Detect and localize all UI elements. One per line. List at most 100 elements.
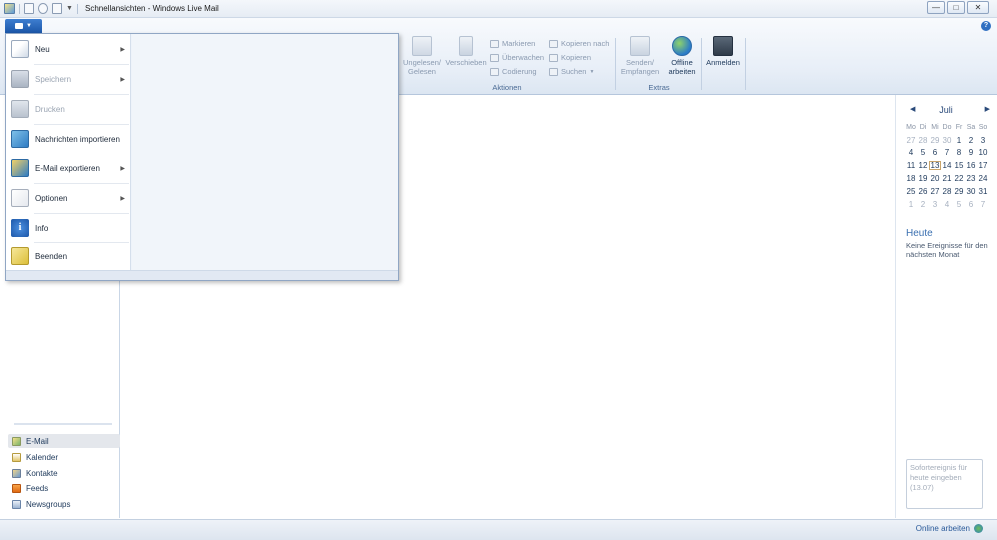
calendar-day[interactable]: 3 bbox=[929, 200, 941, 209]
calendar-day[interactable]: 25 bbox=[905, 187, 917, 196]
menu-item-new[interactable]: Neu ▶ bbox=[6, 35, 131, 63]
menu-item-exit[interactable]: Beenden bbox=[6, 242, 131, 270]
calendar-day[interactable]: 15 bbox=[953, 161, 965, 170]
calendar-day[interactable]: 30 bbox=[965, 187, 977, 196]
calendar-day[interactable]: 9 bbox=[965, 148, 977, 157]
calendar-day[interactable]: 24 bbox=[977, 174, 989, 183]
calendar-day[interactable]: 26 bbox=[917, 187, 929, 196]
button-label: Kopieren nach bbox=[561, 39, 610, 48]
menu-item-export-email[interactable]: E-Mail exportieren ▶ bbox=[6, 154, 131, 182]
export-icon bbox=[11, 159, 29, 177]
app-icon[interactable] bbox=[4, 3, 15, 14]
button-label: arbeiten bbox=[668, 67, 696, 76]
button-label: Ungelesen/ bbox=[403, 58, 441, 67]
calendar-day[interactable]: 1 bbox=[905, 200, 917, 209]
calendar-day[interactable]: 8 bbox=[953, 148, 965, 157]
calendar-day[interactable]: 6 bbox=[965, 200, 977, 209]
calendar-day[interactable]: 31 bbox=[977, 187, 989, 196]
app-menu-button[interactable]: ▼ bbox=[5, 19, 42, 33]
menu-item-save[interactable]: Speichern ▶ bbox=[6, 65, 131, 93]
calendar-day[interactable]: 17 bbox=[977, 161, 989, 170]
next-month-icon[interactable]: ▶ bbox=[985, 105, 990, 113]
group-label: Aktionen bbox=[492, 83, 522, 92]
calendar-day[interactable]: 27 bbox=[929, 187, 941, 196]
menu-item-options[interactable]: Optionen ▶ bbox=[6, 184, 131, 212]
menu-item-info[interactable]: i Info bbox=[6, 214, 131, 242]
calendar-day[interactable]: 29 bbox=[929, 136, 941, 145]
calendar-day[interactable]: 4 bbox=[905, 148, 917, 157]
menu-item-label: Info bbox=[35, 223, 49, 233]
work-online-button[interactable]: Online arbeiten bbox=[916, 524, 983, 533]
qat-customize-icon[interactable]: ▼ bbox=[66, 5, 73, 12]
reply-qat-icon[interactable] bbox=[52, 3, 62, 14]
calendar-day[interactable]: 28 bbox=[917, 136, 929, 145]
calendar-day[interactable]: 30 bbox=[941, 136, 953, 145]
calendar-day[interactable]: 22 bbox=[953, 174, 965, 183]
calendar-day[interactable]: 19 bbox=[917, 174, 929, 183]
menu-item-label: Optionen bbox=[35, 193, 68, 203]
calendar-day[interactable]: 23 bbox=[965, 174, 977, 183]
menu-item-import-messages[interactable]: Nachrichten importieren bbox=[6, 125, 131, 153]
calendar-day[interactable]: 7 bbox=[941, 148, 953, 157]
calendar-day[interactable]: 14 bbox=[941, 161, 953, 170]
nav-item-calendar[interactable]: Kalender bbox=[8, 450, 120, 464]
pane-splitter[interactable] bbox=[14, 423, 112, 425]
quick-event-input[interactable]: Sofortereignis für heute eingeben (13.07… bbox=[906, 459, 983, 509]
calendar-day[interactable]: 5 bbox=[953, 200, 965, 209]
mark-button[interactable]: Markieren bbox=[490, 39, 535, 48]
close-button[interactable]: ✕ bbox=[967, 1, 989, 14]
nav-item-newsgroups[interactable]: Newsgroups bbox=[8, 497, 120, 511]
watch-icon bbox=[490, 53, 499, 62]
weekday-label: Mo bbox=[906, 123, 916, 131]
app-menu-recent-panel bbox=[132, 34, 398, 271]
copy-to-button[interactable]: Kopieren nach bbox=[549, 39, 609, 48]
calendar-day[interactable]: 7 bbox=[977, 200, 989, 209]
help-icon[interactable]: ? bbox=[981, 21, 991, 31]
options-icon bbox=[11, 189, 29, 207]
nav-item-contacts[interactable]: Kontakte bbox=[8, 466, 120, 480]
calendar-day[interactable]: 21 bbox=[941, 174, 953, 183]
calendar-day[interactable]: 16 bbox=[965, 161, 977, 170]
nav-item-mail[interactable]: E-Mail bbox=[8, 434, 120, 448]
calendar-day[interactable]: 28 bbox=[941, 187, 953, 196]
calendar-day[interactable]: 3 bbox=[977, 136, 989, 145]
menu-item-print[interactable]: Drucken bbox=[6, 95, 131, 123]
copy-button[interactable]: Kopieren bbox=[549, 53, 591, 62]
unread-read-button[interactable]: Ungelesen/ Gelesen bbox=[402, 36, 442, 76]
calendar-day[interactable]: 12 bbox=[917, 161, 929, 170]
today-heading: Heute bbox=[906, 228, 933, 239]
calendar-day[interactable]: 5 bbox=[917, 148, 929, 157]
send-receive-qat-icon[interactable] bbox=[38, 3, 48, 14]
watch-button[interactable]: Überwachen bbox=[490, 53, 544, 62]
weekday-label: Mi bbox=[931, 123, 939, 131]
quick-access-toolbar: ▼ bbox=[4, 3, 78, 14]
calendar-day[interactable]: 27 bbox=[905, 136, 917, 145]
calendar-day[interactable]: 20 bbox=[929, 174, 941, 183]
maximize-button[interactable]: □ bbox=[947, 1, 965, 14]
work-offline-button[interactable]: Offline arbeiten bbox=[664, 36, 700, 76]
calendar-day[interactable]: 29 bbox=[953, 187, 965, 196]
move-button[interactable]: Verschieben bbox=[444, 36, 488, 67]
status-bar: Online arbeiten bbox=[0, 519, 997, 540]
calendar-pane: ◀ Juli ▶ Mo Di Mi Do Fr Sa So 27 28 29 30 1 2 3 4 5 6 7 8 9… bbox=[895, 95, 992, 518]
calendar-day[interactable]: 18 bbox=[905, 174, 917, 183]
encoding-button[interactable]: Codierung bbox=[490, 67, 537, 76]
calendar-day[interactable]: 2 bbox=[965, 136, 977, 145]
calendar-day[interactable]: 2 bbox=[917, 200, 929, 209]
sign-in-button[interactable]: Anmelden bbox=[703, 36, 743, 67]
new-document-icon[interactable] bbox=[24, 3, 34, 14]
nav-item-feeds[interactable]: Feeds bbox=[8, 481, 120, 495]
calendar-day[interactable]: 4 bbox=[941, 200, 953, 209]
calendar-day[interactable]: 11 bbox=[905, 161, 917, 170]
minimize-button[interactable]: — bbox=[927, 1, 945, 14]
send-receive-button[interactable]: Senden/ Empfangen bbox=[618, 36, 662, 76]
nav-item-label: Feeds bbox=[26, 483, 49, 493]
calendar-day[interactable]: 10 bbox=[977, 148, 989, 157]
calendar-grid: Mo Di Mi Do Fr Sa So 27 28 29 30 1 2 3 4 5 6 7 8 9 10 11 12 13 1… bbox=[905, 121, 989, 211]
calendar-day[interactable]: 1 bbox=[953, 136, 965, 145]
search-button[interactable]: Suchen ▼ bbox=[549, 67, 594, 76]
mail-icon bbox=[12, 436, 21, 446]
calendar-day[interactable]: 13 bbox=[929, 161, 941, 171]
weekday-label: Do bbox=[942, 123, 952, 131]
calendar-day[interactable]: 6 bbox=[929, 148, 941, 157]
